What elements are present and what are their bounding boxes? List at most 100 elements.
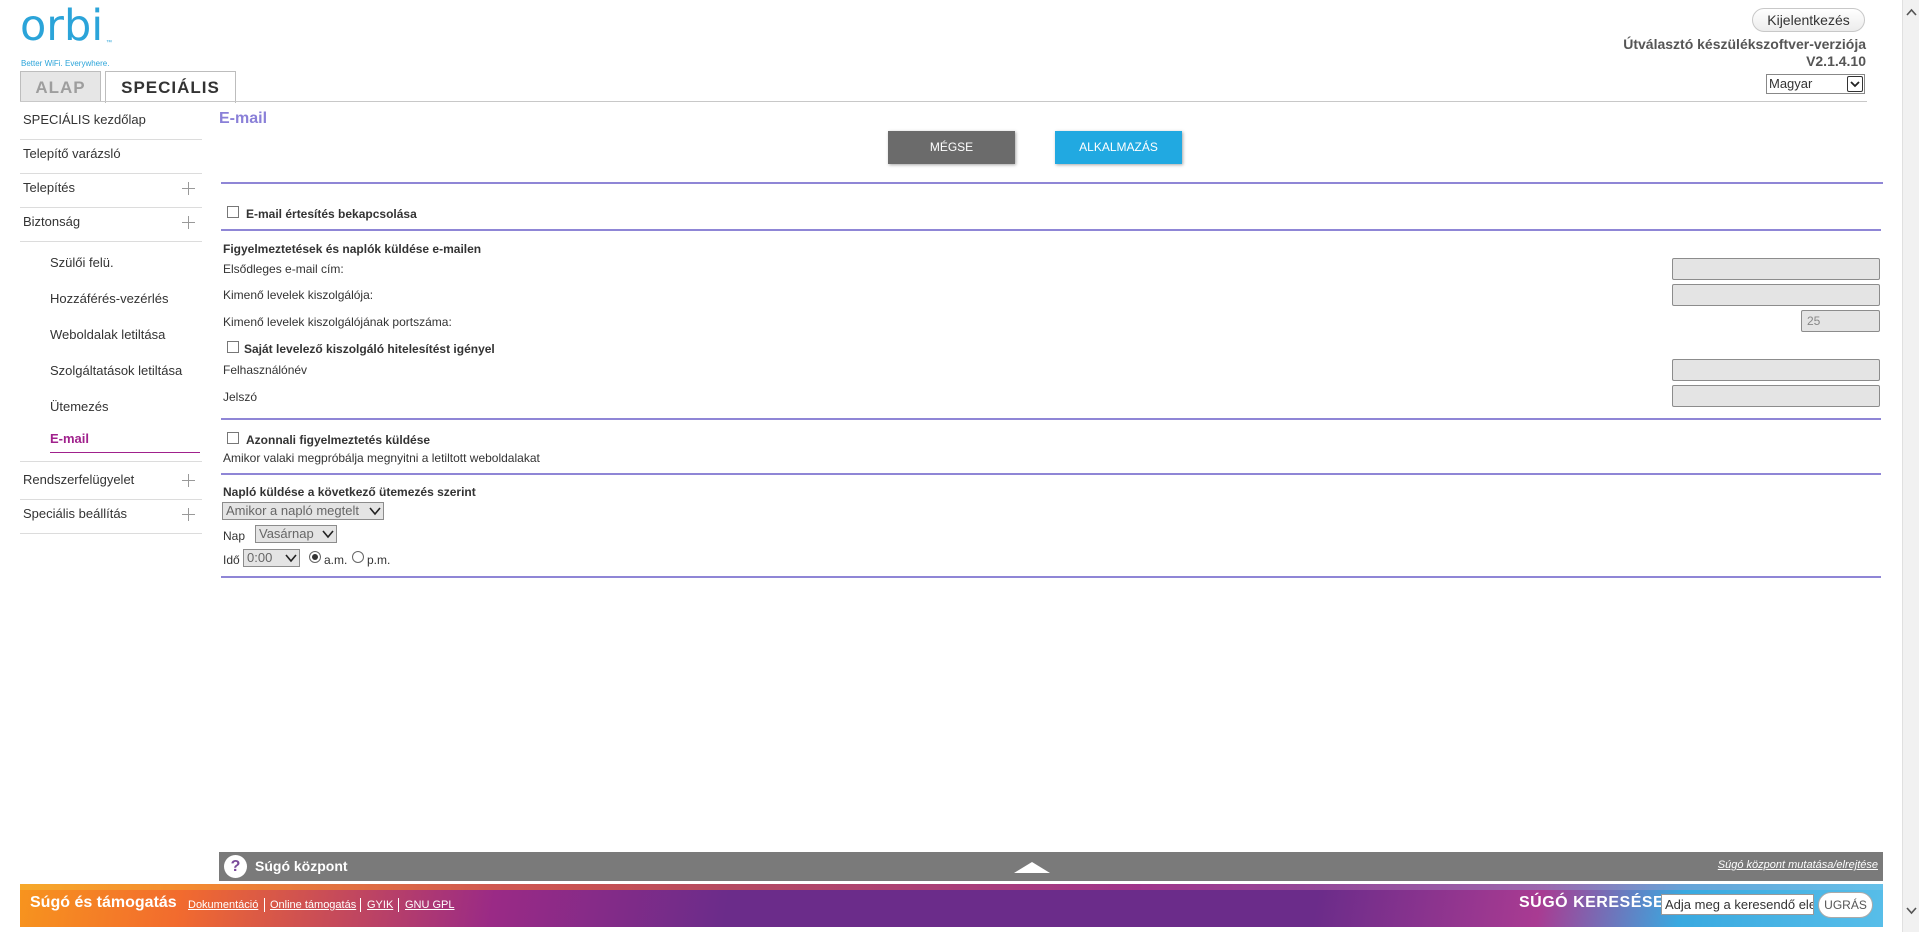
outgoing-port-label: Kimenő levelek kiszolgálójának portszáma… (223, 315, 452, 329)
firmware-version: V2.1.4.10 (1806, 53, 1866, 69)
chevron-up-icon[interactable] (1012, 860, 1052, 874)
schedule-section-title: Napló küldése a következő ütemezés szeri… (223, 485, 476, 499)
plus-icon[interactable] (182, 216, 195, 229)
username-label: Felhasználónév (223, 363, 308, 377)
tab-basic[interactable]: ALAP (20, 71, 101, 102)
firmware-info: Útválasztó készülékszoftver-verziója V2.… (1623, 36, 1866, 70)
support-footer: Súgó és támogatás Dokumentáció Online tá… (20, 884, 1883, 927)
help-center-toggle-link[interactable]: Súgó központ mutatása/elrejtése (1718, 859, 1878, 871)
logo-tagline: Better WiFi. Everywhere. (21, 59, 110, 68)
sidebar-nav: SPECIÁLIS kezdőlap Telepítő varázsló Tel… (20, 106, 202, 534)
help-search-input[interactable]: Adja meg a keresendő elemet (1661, 894, 1814, 915)
instant-alert-description: Amikor valaki megpróbálja megnyitni a le… (223, 451, 540, 465)
help-center-title: Súgó központ (255, 858, 348, 874)
footer-separator (398, 898, 399, 912)
sidebar-item-label: SPECIÁLIS kezdőlap (23, 112, 146, 127)
chevron-down-icon (1847, 76, 1863, 92)
tab-advanced[interactable]: SPECIÁLIS (105, 71, 236, 103)
schedule-selected: Amikor a napló megtelt (226, 503, 359, 518)
password-label: Jelszó (223, 390, 258, 404)
scroll-up-icon[interactable] (1906, 8, 1917, 16)
sidebar-subitem-parental[interactable]: Szülői felü. (20, 245, 202, 281)
section-divider (221, 182, 1883, 184)
instant-alert-label: Azonnali figyelmeztetés küldése (246, 433, 431, 447)
sidebar-subitem-access-control[interactable]: Hozzáférés-vezérlés (20, 281, 202, 317)
primary-email-label: Elsődleges e-mail cím: (223, 262, 344, 276)
section-divider (221, 229, 1881, 231)
help-search-go-button[interactable]: UGRÁS (1818, 892, 1873, 918)
plus-icon[interactable] (182, 182, 195, 195)
cancel-button[interactable]: MÉGSE (888, 131, 1015, 164)
am-radio[interactable] (309, 551, 321, 563)
chevron-down-icon (369, 507, 381, 516)
help-center-bar: ? Súgó központ Súgó központ mutatása/elr… (219, 852, 1883, 881)
language-select[interactable]: Magyar (1766, 74, 1865, 94)
chevron-down-icon (322, 530, 334, 539)
sidebar-item-label: Biztonság (23, 214, 81, 229)
question-icon: ? (224, 855, 247, 878)
sidebar-subitem-block-services[interactable]: Szolgáltatások letiltása (20, 353, 202, 389)
sidebar-item-label: Telepítő varázsló (23, 146, 121, 161)
sidebar-item-setup-wizard[interactable]: Telepítő varázsló (20, 140, 202, 174)
logout-button[interactable]: Kijelentkezés (1752, 8, 1865, 32)
primary-email-input[interactable] (1672, 258, 1880, 280)
pm-radio[interactable] (352, 551, 364, 563)
outgoing-port-input[interactable]: 25 (1801, 310, 1880, 332)
plus-icon[interactable] (182, 474, 195, 487)
alerts-section-title: Figyelmeztetések és naplók küldése e-mai… (223, 242, 482, 256)
sidebar-item-setup[interactable]: Telepítés (20, 174, 202, 208)
time-label: Idő (223, 553, 240, 567)
sidebar-item-security[interactable]: Biztonság (20, 208, 202, 242)
firmware-label: Útválasztó készülékszoftver-verziója (1623, 36, 1866, 52)
page-title: E-mail (219, 110, 268, 127)
language-selected: Magyar (1769, 76, 1813, 91)
logo-trademark: ™ (106, 40, 112, 46)
footer-link-documentation[interactable]: Dokumentáció (188, 899, 258, 911)
instant-alert-checkbox[interactable] (227, 432, 239, 444)
footer-separator (360, 898, 361, 912)
sidebar-subitem-schedule[interactable]: Ütemezés (20, 389, 202, 425)
tab-divider (20, 101, 1867, 102)
section-divider (221, 473, 1881, 475)
sidebar-item-label: Rendszerfelügyelet (23, 472, 135, 487)
footer-strip (20, 884, 1883, 890)
sidebar-subitem-block-sites[interactable]: Weboldalak letiltása (20, 317, 202, 353)
sidebar-item-advanced-setup[interactable]: Speciális beállítás (20, 500, 202, 534)
scroll-down-icon[interactable] (1906, 907, 1917, 915)
pm-label: p.m. (367, 553, 391, 567)
day-label: Nap (223, 529, 246, 543)
password-input[interactable] (1672, 385, 1880, 407)
sidebar-item-label: Speciális beállítás (23, 506, 128, 521)
day-selected: Vasárnap (259, 526, 314, 541)
plus-icon[interactable] (182, 508, 195, 521)
page-scrollbar[interactable] (1902, 0, 1919, 932)
sidebar-subitem-email[interactable]: E-mail (50, 425, 200, 453)
sidebar-item-label: Telepítés (23, 180, 76, 195)
time-select[interactable]: 0:00 (243, 549, 300, 567)
orbi-logo: orbi ™ Better WiFi. Everywhere. (20, 1, 130, 69)
sidebar-item-advanced-home[interactable]: SPECIÁLIS kezdőlap (20, 106, 202, 140)
footer-link-faq[interactable]: GYIK (367, 899, 393, 911)
section-divider (221, 576, 1881, 578)
day-select[interactable]: Vasárnap (255, 525, 337, 543)
footer-title: Súgó és támogatás (30, 894, 177, 911)
section-divider (221, 418, 1881, 420)
help-search-label: SÚGÓ KERESÉSE (1519, 894, 1665, 911)
chevron-down-icon (285, 554, 297, 563)
footer-link-online-support[interactable]: Online támogatás (270, 899, 356, 911)
auth-required-label: Saját levelező kiszolgáló hitelesítést i… (244, 342, 495, 356)
security-submenu: Szülői felü. Hozzáférés-vezérlés Webolda… (20, 245, 202, 462)
footer-link-gnu-gpl[interactable]: GNU GPL (405, 899, 455, 911)
time-selected: 0:00 (247, 550, 273, 565)
am-label: a.m. (324, 553, 348, 567)
apply-button[interactable]: ALKALMAZÁS (1055, 131, 1182, 164)
enable-email-label: E-mail értesítés bekapcsolása (246, 207, 417, 221)
outgoing-server-input[interactable] (1672, 284, 1880, 306)
enable-email-checkbox[interactable] (227, 206, 239, 218)
username-input[interactable] (1672, 359, 1880, 381)
logo-word: orbi (20, 1, 104, 51)
sidebar-item-administration[interactable]: Rendszerfelügyelet (20, 466, 202, 500)
footer-separator (264, 898, 265, 912)
auth-required-checkbox[interactable] (227, 341, 239, 353)
schedule-select[interactable]: Amikor a napló megtelt (222, 502, 384, 520)
